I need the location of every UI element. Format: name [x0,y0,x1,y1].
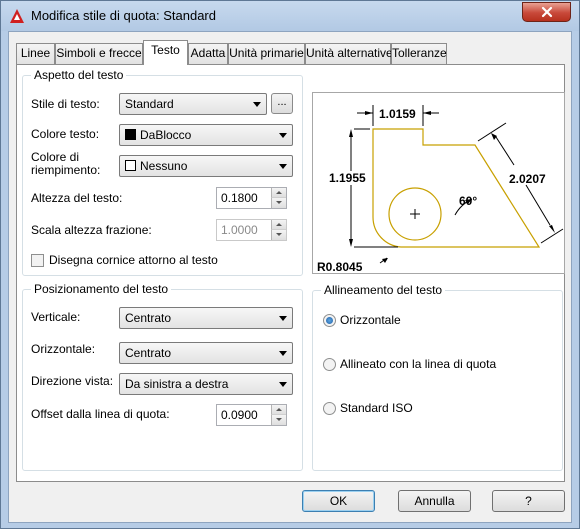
align-dimline-radio[interactable] [323,358,336,371]
horizontal-label: Orizzontale: [31,342,96,356]
offset-label: Offset dalla linea di quota: [31,407,170,421]
fill-color-label: Colore di riempimento: [31,150,101,177]
tab-lines[interactable]: Linee [16,43,55,64]
text-placement-title: Posizionamento del testo [31,282,172,296]
dialog-client: Linee Simboli e frecce Testo Adatta Unit… [8,31,572,523]
fraction-scale-label: Scala altezza frazione: [31,223,152,237]
tab-text[interactable]: Testo [143,40,188,65]
text-color-value: DaBlocco [140,128,192,142]
align-horizontal-label: Orizzontale [340,313,401,327]
spin-up-icon[interactable] [271,405,286,415]
text-style-select[interactable]: Standard [119,93,267,115]
text-height-label: Altezza del testo: [31,191,123,205]
dim-right-text: 2.0207 [509,172,546,186]
text-color-label: Colore testo: [31,127,100,141]
close-button[interactable] [522,2,571,22]
color-swatch-icon [125,129,136,140]
offset-stepper[interactable]: 0.0900 [216,404,287,426]
spin-up-icon [271,220,286,230]
chevron-down-icon [279,382,287,387]
dim-radius-text: R0.8045 [317,260,363,273]
tab-tolerances[interactable]: Tolleranze [391,43,447,64]
dialog-window: Modifica stile di quota: Standard Linee … [0,0,580,529]
align-iso-radio[interactable] [323,402,336,415]
view-direction-label: Direzione vista: [31,374,114,388]
align-dimline-label: Allineato con la linea di quota [340,357,497,371]
dim-top-text: 1.0159 [379,107,416,121]
offset-value: 0.0900 [221,408,258,422]
ok-button[interactable]: OK [302,490,375,512]
dim-angle-text: 60° [459,194,477,208]
vertical-select[interactable]: Centrato [119,307,293,329]
view-direction-select[interactable]: Da sinistra a destra [119,373,293,395]
tab-panel-text: Aspetto del testo Stile di testo: Standa… [16,64,565,482]
help-button[interactable]: ? [492,490,565,512]
title-bar[interactable]: Modifica stile di quota: Standard [1,1,579,31]
chevron-down-icon [253,102,261,107]
spin-down-icon[interactable] [271,415,286,425]
horizontal-select[interactable]: Centrato [119,342,293,364]
chevron-down-icon [279,164,287,169]
chevron-down-icon [279,133,287,138]
preview-drawing: 1.0159 1.1955 2.0207 60° R0.8045 [317,105,564,274]
tab-alternate-units[interactable]: Unità alternative [305,43,393,64]
spin-up-icon[interactable] [271,188,286,198]
dimension-preview: 1.0159 1.1955 2.0207 60° R0.8045 [312,92,565,274]
text-height-value: 0.1800 [221,191,258,205]
vertical-value: Centrato [125,311,172,325]
text-style-label: Stile di testo: [31,97,100,111]
view-direction-value: Da sinistra a destra [125,377,229,391]
chevron-down-icon [279,351,287,356]
tab-primary-units[interactable]: Unità primarie [228,43,305,64]
cancel-button[interactable]: Annulla [398,490,471,512]
fill-color-select[interactable]: Nessuno [119,155,293,177]
align-iso-label: Standard ISO [340,401,413,415]
text-alignment-title: Allineamento del testo [321,283,446,297]
window-title: Modifica stile di quota: Standard [31,8,216,23]
spin-down-icon[interactable] [271,198,286,208]
fraction-scale-value: 1.0000 [221,223,258,237]
fill-color-value: Nessuno [140,159,188,173]
tab-symbols-arrows[interactable]: Simboli e frecce [55,43,143,64]
autocad-logo-icon [10,9,24,23]
tab-fit[interactable]: Adatta [188,43,228,64]
close-icon [541,6,552,18]
text-appearance-title: Aspetto del testo [31,68,127,82]
draw-frame-label: Disegna cornice attorno al testo [49,253,218,267]
text-height-stepper[interactable]: 0.1800 [216,187,287,209]
fraction-scale-stepper: 1.0000 [216,219,287,241]
spin-down-icon [271,230,286,240]
chevron-down-icon [279,316,287,321]
draw-frame-checkbox[interactable] [31,254,44,267]
text-style-browse-button[interactable]: ... [271,93,293,114]
vertical-label: Verticale: [31,310,81,324]
text-color-select[interactable]: DaBlocco [119,124,293,146]
color-swatch-icon [125,160,136,171]
horizontal-value: Centrato [125,346,172,360]
align-horizontal-radio[interactable] [323,314,336,327]
dim-left-text: 1.1955 [329,171,366,185]
text-style-value: Standard [125,97,174,111]
